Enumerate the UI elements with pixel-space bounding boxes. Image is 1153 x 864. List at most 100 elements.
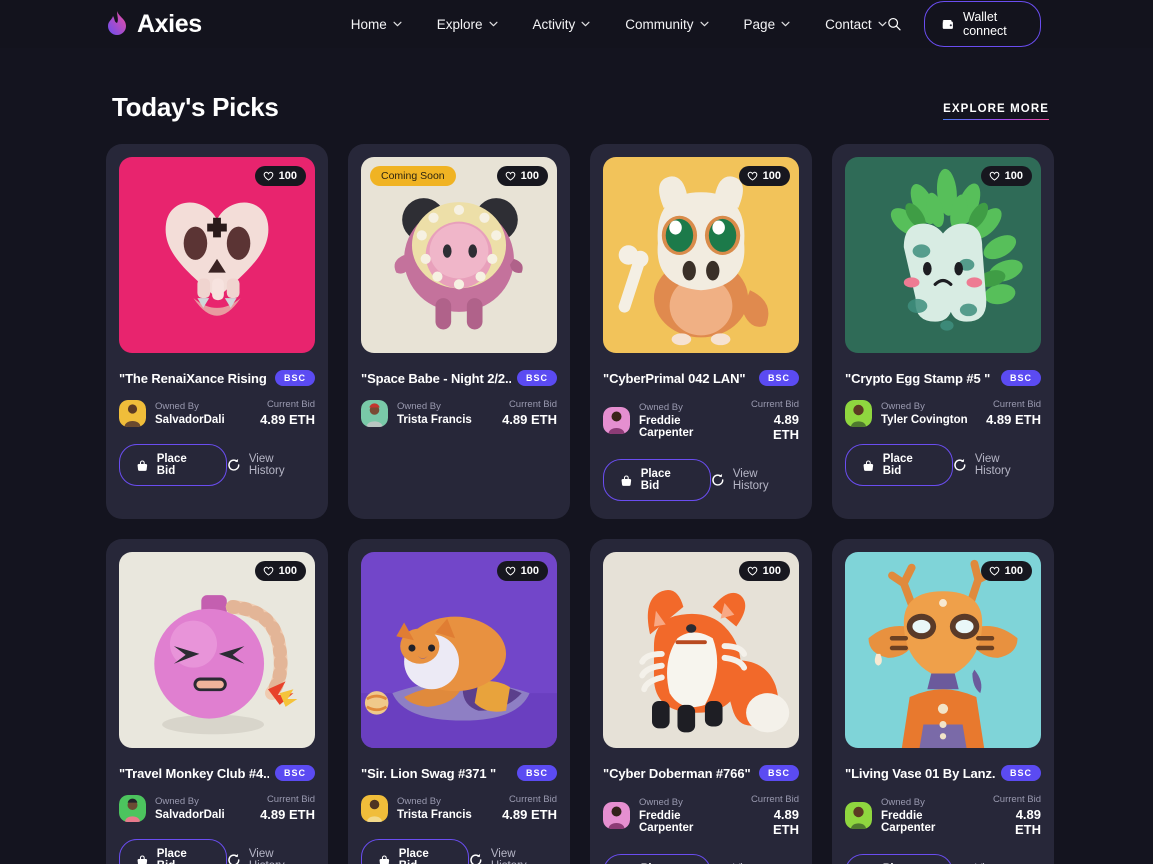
nav-item-community[interactable]: Community [625,16,709,32]
nav-label: Community [625,16,694,32]
like-badge[interactable]: 100 [254,166,306,186]
bid-text: Current Bid 4.89 ETH [745,794,799,837]
like-badge[interactable]: 100 [496,561,548,581]
avatar[interactable] [119,399,146,427]
owner-name[interactable]: Trista Francis [397,809,472,821]
avatar[interactable] [845,399,872,427]
owner-name[interactable]: Tyler Covington [881,414,968,426]
orange-fox-art [603,552,799,748]
owner-row: Owned By Trista Francis Current Bid 4.89… [361,794,557,822]
heart-icon [989,566,999,576]
owner-name[interactable]: SalvadorDali [155,809,225,821]
like-badge[interactable]: 100 [496,166,548,186]
owner-name[interactable]: SalvadorDali [155,414,225,426]
nft-title[interactable]: "Space Babe - Night 2/2... [361,371,511,386]
nav-item-page[interactable]: Page [744,17,791,32]
nav-item-activity[interactable]: Activity [533,17,591,32]
explore-more-link[interactable]: EXPLORE MORE [943,103,1049,120]
avatar[interactable] [361,794,388,822]
refresh-icon [954,458,966,471]
current-bid-value: 4.89 ETH [773,412,799,442]
place-bid-button[interactable]: Place Bid [845,444,954,486]
nft-card[interactable]: Coming Soon 100 "Space Babe - Night 2/2.… [348,144,570,519]
nft-artwork[interactable]: 100 [845,157,1041,353]
like-count: 100 [1004,565,1023,577]
nft-artwork[interactable]: 100 [119,157,315,353]
heart-skull-art [119,157,315,353]
brand-logo-link[interactable]: Axies [106,10,202,39]
like-badge[interactable]: 100 [738,561,790,581]
place-bid-button[interactable]: Place Bid [603,854,712,864]
owner-name[interactable]: Trista Francis [397,414,472,426]
current-bid-label: Current Bid [266,399,315,410]
wallet-connect-button[interactable]: Wallet connect [924,1,1041,47]
nft-card[interactable]: 100 "Cyber Doberman #766" BSC Owned By F… [590,539,812,864]
nft-artwork[interactable]: 100 [119,552,315,748]
place-bid-button[interactable]: Place Bid [119,839,228,864]
owner-name[interactable]: Freddie Carpenter [639,810,736,834]
view-history-button[interactable]: View History [227,848,315,864]
like-count: 100 [1004,170,1023,182]
heart-icon [747,171,757,181]
owner-text: Owned By SalvadorDali [155,401,225,426]
nav-label: Page [743,16,776,32]
nft-artwork[interactable]: 100 [603,552,799,748]
bag-icon [137,854,148,864]
chevron-down-icon [581,21,590,27]
chain-badge: BSC [274,370,315,386]
avatar[interactable] [845,802,872,829]
owned-by-label: Owned By [881,797,925,808]
nft-artwork[interactable]: 100 [845,552,1041,748]
nft-card[interactable]: 100 "CyberPrimal 042 LAN" BSC Owned By F… [590,144,812,519]
view-history-button[interactable]: View History [227,453,315,477]
nft-card[interactable]: 100 "Travel Monkey Club #4... BSC Owned … [106,539,328,864]
like-badge[interactable]: 100 [254,561,306,581]
avatar[interactable] [603,407,630,434]
nft-title[interactable]: "Crypto Egg Stamp #5 " [845,371,990,386]
like-badge[interactable]: 100 [980,166,1032,186]
nft-title[interactable]: "CyberPrimal 042 LAN" [603,371,745,386]
nft-title[interactable]: "The RenaiXance Rising ... [119,371,269,386]
place-bid-button[interactable]: Place Bid [603,459,712,501]
nft-title[interactable]: "Cyber Doberman #766" [603,766,751,781]
nft-title[interactable]: "Sir. Lion Swag #371 " [361,766,496,781]
owner-text: Owned By Trista Francis [397,401,472,426]
like-count: 100 [762,170,781,182]
nft-card[interactable]: 100 "Living Vase 01 By Lanz..." BSC Owne… [832,539,1054,864]
nft-card[interactable]: 100 "Sir. Lion Swag #371 " BSC Owned By … [348,539,570,864]
owned-by-label: Owned By [639,402,683,413]
like-badge[interactable]: 100 [980,561,1032,581]
avatar[interactable] [119,794,146,822]
card-actions: Place Bid View History [845,854,1041,864]
place-bid-button[interactable]: Place Bid [119,444,228,486]
owner-name[interactable]: Freddie Carpenter [639,415,736,439]
nav-item-home[interactable]: Home [351,17,402,32]
nav-item-contact[interactable]: Contact [825,17,887,32]
nft-artwork[interactable]: Coming Soon 100 [361,157,557,353]
nft-title[interactable]: "Living Vase 01 By Lanz..." [845,766,995,781]
owner-name[interactable]: Freddie Carpenter [881,810,978,834]
place-bid-button[interactable]: Place Bid [845,854,954,864]
card-actions: Place Bid View History [119,444,315,486]
nft-artwork[interactable]: 100 [361,552,557,748]
view-history-button[interactable]: View History [953,453,1041,477]
nft-title[interactable]: "Travel Monkey Club #4... [119,766,269,781]
coming-soon-badge: Coming Soon [370,166,456,186]
view-history-button[interactable]: View History [469,848,557,864]
owner-row: Owned By Freddie Carpenter Current Bid 4… [603,794,799,837]
like-badge[interactable]: 100 [738,166,790,186]
nav-item-explore[interactable]: Explore [437,17,498,32]
chain-badge: BSC [1000,370,1041,386]
avatar[interactable] [361,399,388,427]
flame-logo-icon [108,11,126,35]
nft-card[interactable]: 100 "The RenaiXance Rising ... BSC Owned… [106,144,328,519]
owner-text: Owned By Trista Francis [397,796,472,821]
nft-card[interactable]: 100 "Crypto Egg Stamp #5 " BSC Owned By … [832,144,1054,519]
place-bid-button[interactable]: Place Bid [361,839,470,864]
refresh-icon [228,853,240,864]
nft-artwork[interactable]: 100 [603,157,799,353]
view-history-button[interactable]: View History [711,468,799,492]
avatar[interactable] [603,802,630,829]
owner-text: Owned By Freddie Carpenter [639,797,736,834]
search-icon[interactable] [887,14,901,34]
